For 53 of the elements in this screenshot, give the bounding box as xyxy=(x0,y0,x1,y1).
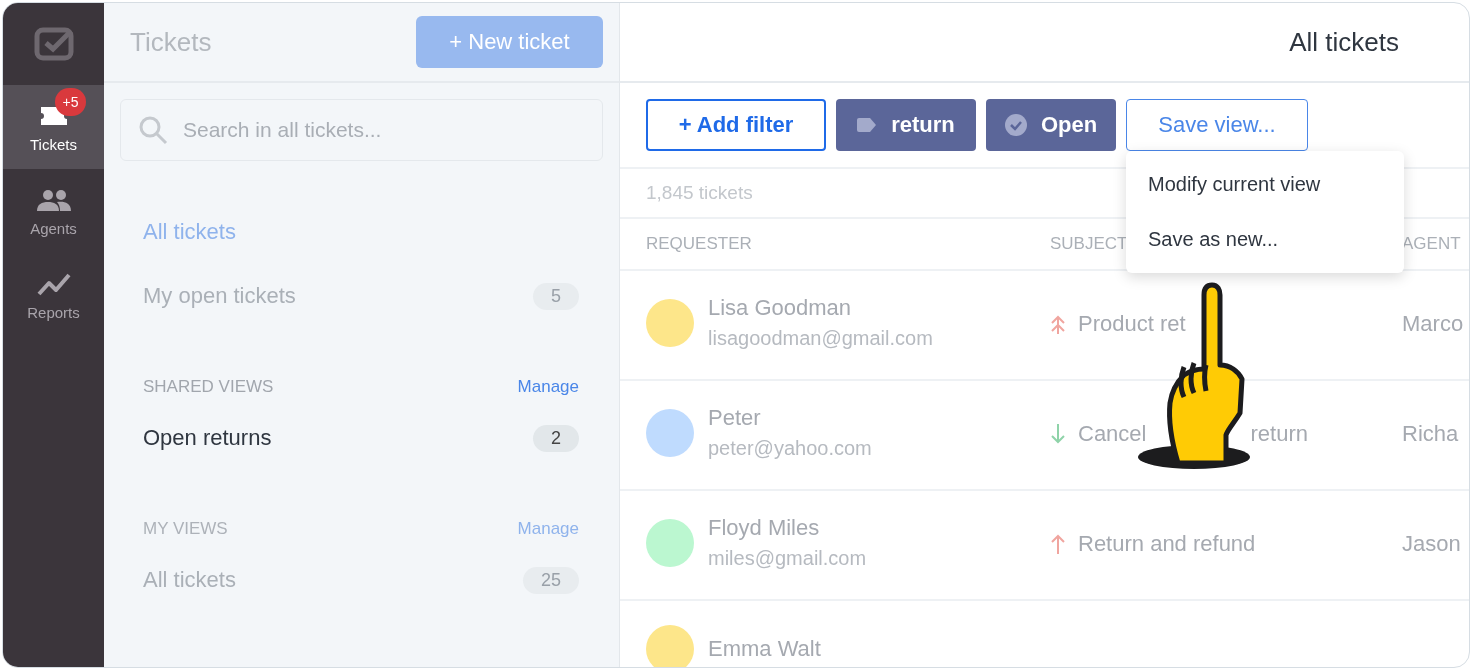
subject-text: Product ret xyxy=(1078,311,1186,337)
requester-name: Emma Walt xyxy=(708,636,821,662)
rail-nav-item[interactable]: Reports xyxy=(3,253,104,337)
column-header: AGENT xyxy=(1402,234,1461,253)
count-badge: 5 xyxy=(533,282,579,310)
subject-text: Return and refund xyxy=(1078,531,1256,557)
up-arrow-icon xyxy=(1050,534,1066,554)
agent-name: Richa xyxy=(1402,420,1459,447)
count-badge: 25 xyxy=(522,566,579,594)
section-heading: SHARED VIEWS xyxy=(143,377,274,397)
save-view-button[interactable]: Save view... xyxy=(1126,99,1308,151)
count-badge: 2 xyxy=(533,424,579,452)
double-up-arrow-icon xyxy=(1050,314,1066,334)
menu-item[interactable]: Modify current view xyxy=(1126,157,1404,212)
requester-name: Lisa Goodman xyxy=(708,295,853,321)
ticket-row[interactable]: Floyd Miles miles@gmail.com Return and refund Jason xyxy=(620,491,1469,601)
rail-nav-item[interactable]: Agents xyxy=(3,169,104,253)
tag-icon xyxy=(857,118,878,132)
requester-email: lisagoodman@gmail.com xyxy=(708,327,933,350)
search-icon xyxy=(138,115,168,145)
subject-text: return xyxy=(1250,421,1308,447)
agent-name: Marco xyxy=(1402,310,1464,337)
check-circle-icon xyxy=(1004,114,1027,136)
requester-name: Floyd Miles xyxy=(708,515,821,541)
rail-nav-item[interactable]: +5 Tickets xyxy=(3,85,104,169)
requester-name: Peter xyxy=(708,405,762,431)
requester-email: miles@gmail.com xyxy=(708,547,867,570)
section-heading: MY VIEWS xyxy=(143,519,228,539)
people-icon xyxy=(36,188,71,211)
tag-filter-chip[interactable]: return xyxy=(836,99,976,151)
agent-name: Jason xyxy=(1402,530,1461,557)
page-title: All tickets xyxy=(1289,26,1399,58)
view-item[interactable]: My open tickets xyxy=(143,283,296,309)
view-item[interactable]: Open returns xyxy=(143,425,272,451)
down-arrow-icon xyxy=(1050,424,1066,444)
manage-link[interactable]: Manage xyxy=(517,377,579,397)
view-item[interactable]: All tickets xyxy=(143,215,579,249)
ticket-row[interactable]: Emma Walt xyxy=(620,601,1469,667)
checkbox-logo-icon xyxy=(33,27,74,61)
search-field[interactable]: Search in all tickets... xyxy=(120,99,603,161)
subject-text: Cancel xyxy=(1078,421,1147,447)
column-header: SUBJECT xyxy=(1050,234,1128,254)
column-header: REQUESTER xyxy=(646,234,752,254)
trend-line-icon xyxy=(36,271,71,296)
add-filter-button[interactable]: + Add filter xyxy=(646,99,826,151)
manage-link[interactable]: Manage xyxy=(517,519,579,539)
notification-badge: +5 xyxy=(54,87,87,116)
panel-title: Tickets xyxy=(130,26,212,58)
new-ticket-button[interactable]: + New ticket xyxy=(416,16,603,68)
menu-item[interactable]: Save as new... xyxy=(1126,212,1404,267)
requester-email: peter@yahoo.com xyxy=(708,437,872,460)
status-filter-chip[interactable]: Open xyxy=(986,99,1116,151)
view-item[interactable]: All tickets xyxy=(143,567,236,593)
